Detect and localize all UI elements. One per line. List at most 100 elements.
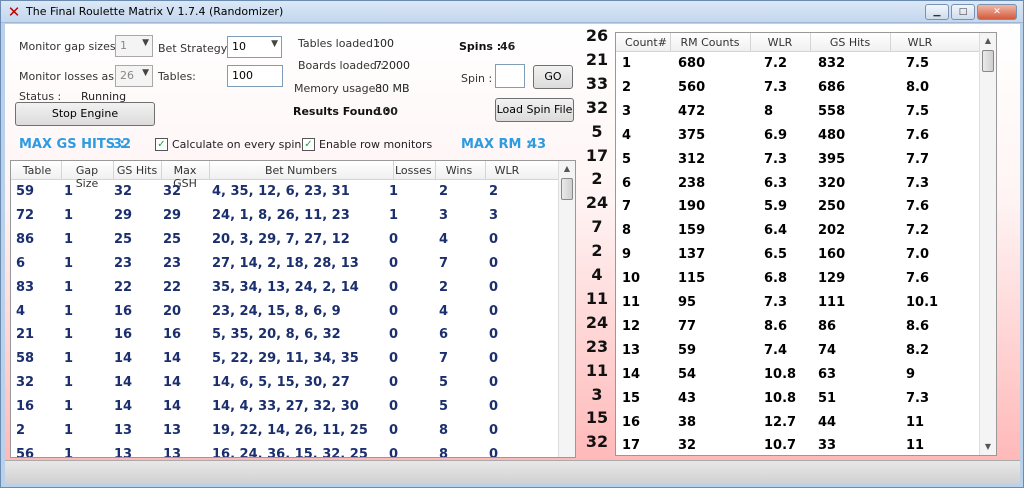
scroll-up-icon[interactable]: ▲ [559, 161, 575, 177]
table-cell: 7.3 [764, 295, 788, 310]
table-cell: 202 [818, 223, 846, 239]
results-table-scrollbar[interactable]: ▲ [558, 161, 575, 457]
table-row[interactable]: 5 312 7.3 395 7.7 [616, 149, 996, 172]
table-row[interactable]: 16 1 14 14 14, 4, 33, 27, 32, 30 0 5 0 [11, 396, 575, 419]
stop-engine-button[interactable]: Stop Engine [15, 102, 155, 126]
table-cell: 58 [16, 351, 35, 367]
monitor-losses-select[interactable]: 26 ▼ [115, 65, 153, 87]
table-row[interactable]: 86 1 25 25 20, 3, 29, 7, 27, 12 0 4 0 [11, 229, 575, 252]
table-row[interactable]: 8 159 6.4 202 7.2 [616, 220, 996, 243]
column-header[interactable]: RM Counts [672, 36, 748, 49]
table-cell: 11 [906, 414, 925, 430]
table-cell: 320 [818, 175, 846, 191]
table-row[interactable]: 6 238 6.3 320 7.3 [616, 173, 996, 196]
tables-input[interactable]: 100 [227, 65, 283, 87]
table-row[interactable]: 4 375 6.9 480 7.6 [616, 125, 996, 148]
maximize-button[interactable]: □ [951, 4, 975, 20]
monitor-gap-select[interactable]: 1 ▼ [115, 35, 153, 57]
table-row[interactable]: 2 1 13 13 19, 22, 14, 26, 11, 25 0 8 0 [11, 420, 575, 443]
table-cell: 832 [818, 56, 846, 71]
table-row[interactable]: 21 1 16 16 5, 35, 20, 8, 6, 32 0 6 0 [11, 324, 575, 347]
table-row[interactable]: 3 472 8 558 7.5 [616, 101, 996, 124]
row-monitor-header: Count# RM Counts WLR GS Hits WLR [616, 33, 996, 52]
column-separator [393, 161, 394, 180]
spins-label: Spins : [459, 40, 502, 53]
scroll-down-icon[interactable]: ▼ [980, 439, 996, 455]
table-row[interactable]: 10 115 6.8 129 7.6 [616, 268, 996, 291]
spins-value: 46 [500, 40, 516, 53]
column-header[interactable]: WLR [752, 36, 808, 49]
table-row[interactable]: 9 137 6.5 160 7.0 [616, 244, 996, 267]
table-row[interactable]: 83 1 22 22 35, 34, 13, 24, 2, 14 0 2 0 [11, 277, 575, 300]
spin-input[interactable] [495, 64, 525, 88]
table-cell: 6.4 [764, 223, 788, 239]
table-cell: 27, 14, 2, 18, 28, 13 [212, 255, 359, 271]
table-cell: 0 [389, 399, 399, 415]
table-cell: 23, 24, 15, 8, 6, 9 [212, 303, 341, 319]
title-bar[interactable]: ✕ The Final Roulette Matrix V 1.7.4 (Ran… [1, 1, 1023, 23]
column-header[interactable]: GS Hits [812, 36, 888, 49]
table-row[interactable]: 58 1 14 14 5, 22, 29, 11, 34, 35 0 7 0 [11, 348, 575, 371]
scroll-up-icon[interactable]: ▲ [980, 33, 996, 49]
table-row[interactable]: 72 1 29 29 24, 1, 8, 26, 11, 23 1 3 3 [11, 205, 575, 228]
scroll-thumb[interactable] [982, 50, 994, 72]
table-row[interactable]: 59 1 32 32 4, 35, 12, 6, 23, 31 1 2 2 [11, 181, 575, 204]
table-cell: 20, 3, 29, 7, 27, 12 [212, 231, 350, 247]
table-row[interactable]: 14 54 10.8 63 9 [616, 364, 996, 387]
table-row[interactable]: 17 32 10.7 33 11 [616, 435, 996, 455]
table-row[interactable]: 4 1 16 20 23, 24, 15, 8, 6, 9 0 4 0 [11, 301, 575, 324]
column-header[interactable]: Bet Numbers [211, 164, 391, 177]
table-cell: 12 [622, 318, 641, 334]
table-row[interactable]: 15 43 10.8 51 7.3 [616, 388, 996, 411]
table-cell: 38 [678, 414, 697, 430]
column-header[interactable]: WLR [487, 164, 527, 177]
row-monitor-scrollbar[interactable]: ▲ ▼ [979, 33, 996, 455]
column-header[interactable]: Table [17, 164, 57, 177]
max-rm-value: 43 [528, 137, 547, 152]
enable-row-monitors-checkbox[interactable]: ✓ Enable row monitors [302, 138, 432, 151]
max-rm-label: MAX RM : [461, 137, 532, 152]
table-cell: 13 [114, 446, 133, 458]
table-row[interactable]: 11 95 7.3 111 10.1 [616, 292, 996, 315]
table-row[interactable]: 1 680 7.2 832 7.5 [616, 53, 996, 76]
table-row[interactable]: 6 1 23 23 27, 14, 2, 18, 28, 13 0 7 0 [11, 253, 575, 276]
table-cell: 6.5 [764, 247, 788, 263]
column-header[interactable]: Losses [395, 164, 432, 177]
table-cell: 4, 35, 12, 6, 23, 31 [212, 184, 350, 199]
go-button[interactable]: GO [533, 65, 573, 89]
table-cell: 1 [64, 423, 74, 438]
table-row[interactable]: 7 190 5.9 250 7.6 [616, 196, 996, 219]
table-row[interactable]: 12 77 8.6 86 8.6 [616, 316, 996, 339]
close-button[interactable]: ✕ [977, 4, 1017, 20]
table-cell: 24, 1, 8, 26, 11, 23 [212, 207, 350, 223]
table-cell: 32 [16, 375, 35, 391]
table-cell: 13 [622, 342, 641, 358]
table-cell: 22 [163, 279, 182, 295]
results-found-value: 100 [375, 105, 398, 118]
scroll-thumb[interactable] [561, 178, 573, 200]
table-cell: 95 [678, 295, 697, 310]
table-cell: 8 [439, 446, 449, 458]
max-gs-hits-label: MAX GS HITS : [19, 137, 125, 152]
spin-history-item: 4 [591, 265, 603, 284]
bet-strategy-select[interactable]: 10 ▼ [227, 36, 282, 58]
table-row[interactable]: 56 1 13 13 16, 24, 36, 15, 32, 25 0 8 0 [11, 444, 575, 458]
load-spin-file-button[interactable]: Load Spin File [495, 98, 574, 122]
minimize-button[interactable]: ▁ [925, 4, 949, 20]
table-row[interactable]: 32 1 14 14 14, 6, 5, 15, 30, 27 0 5 0 [11, 372, 575, 395]
table-cell: 1 [64, 231, 74, 247]
column-header[interactable]: GS Hits [115, 164, 159, 177]
table-cell: 0 [489, 351, 499, 367]
spin-history-item: 32 [585, 432, 609, 452]
window-controls: ▁ □ ✕ [925, 4, 1017, 20]
column-header[interactable]: WLR [892, 36, 948, 49]
calc-every-spin-checkbox[interactable]: ✓ Calculate on every spin [155, 138, 301, 151]
table-row[interactable]: 2 560 7.3 686 8.0 [616, 77, 996, 100]
column-header[interactable]: Count# [620, 36, 672, 49]
column-header[interactable]: Wins [437, 164, 481, 177]
table-row[interactable]: 16 38 12.7 44 11 [616, 412, 996, 435]
table-cell: 9 [622, 247, 632, 263]
table-row[interactable]: 13 59 7.4 74 8.2 [616, 340, 996, 363]
table-cell: 7.3 [906, 390, 930, 406]
table-cell: 3 [489, 207, 499, 223]
